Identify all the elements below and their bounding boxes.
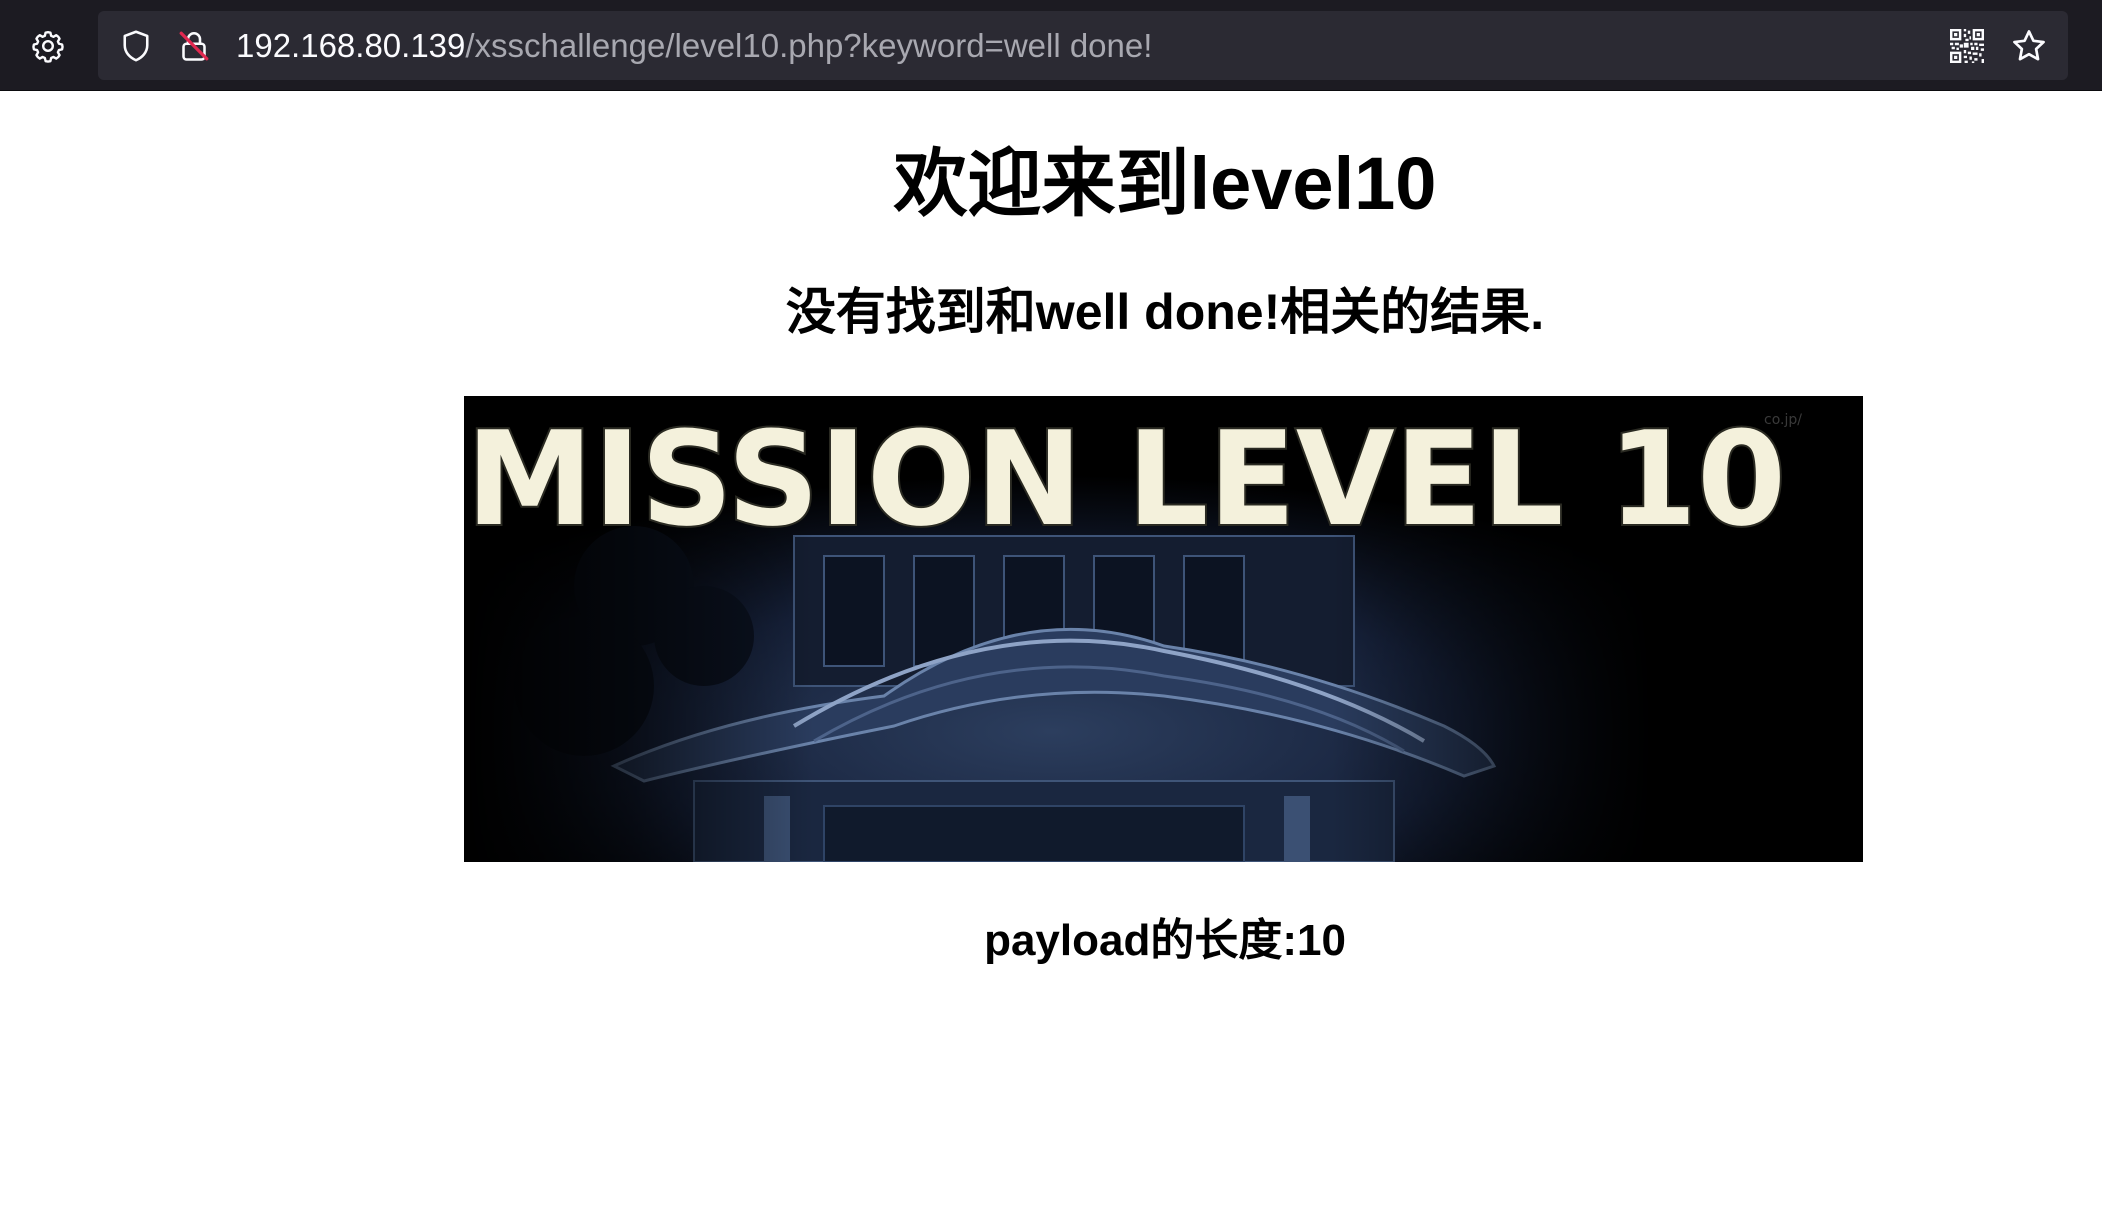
banner-title: MISSION LEVEL 10 — [466, 403, 1786, 555]
payload-length: payload的长度:10 — [984, 916, 1346, 965]
shield-icon[interactable] — [110, 20, 162, 72]
gear-icon[interactable] — [22, 20, 74, 72]
qr-code-icon[interactable] — [1941, 20, 1993, 72]
banner-watermark: co.jp/ — [1764, 412, 1802, 428]
address-bar[interactable]: 192.168.80.139/xsschallenge/level10.php?… — [98, 11, 2068, 80]
url-text[interactable]: 192.168.80.139/xsschallenge/level10.php?… — [236, 11, 1152, 80]
star-icon[interactable] — [2003, 20, 2055, 72]
url-path: /xsschallenge/level10.php?keyword=well d… — [465, 27, 1153, 64]
url-host: 192.168.80.139 — [236, 27, 466, 64]
page-heading: 欢迎来到level10 — [893, 142, 1437, 225]
search-result-message: 没有找到和well done!相关的结果. — [785, 284, 1545, 340]
insecure-lock-icon[interactable] — [168, 20, 220, 72]
mission-level-banner: MISSION LEVEL 10 co.jp/ — [464, 396, 1863, 862]
page-content: 欢迎来到level10 没有找到和well done!相关的结果. MISSIO… — [0, 92, 2102, 1218]
browser-toolbar: 192.168.80.139/xsschallenge/level10.php?… — [0, 0, 2102, 91]
